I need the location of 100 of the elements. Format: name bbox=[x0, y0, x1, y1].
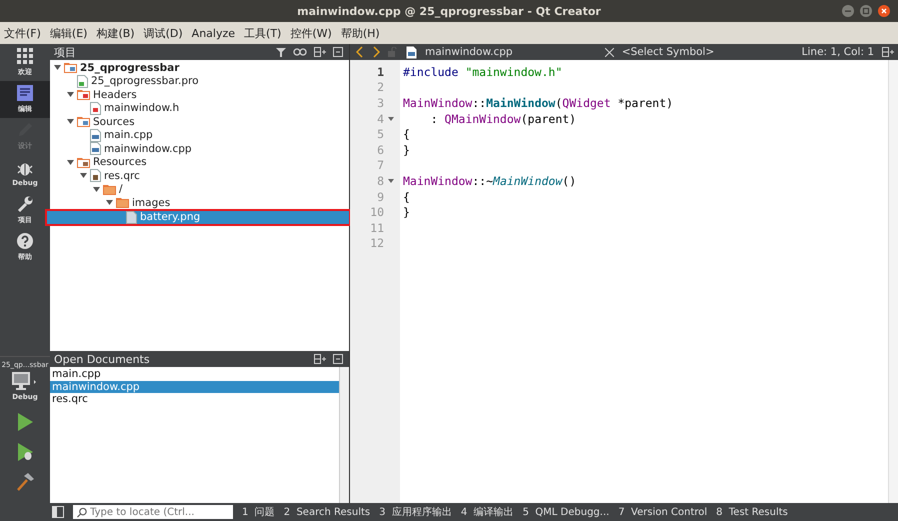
menu-item[interactable]: 编辑(E) bbox=[50, 26, 88, 40]
split-icon[interactable] bbox=[314, 47, 326, 57]
tree-label: Resources bbox=[93, 156, 147, 168]
filter-icon[interactable] bbox=[276, 47, 286, 57]
line-number: 12 bbox=[370, 236, 384, 250]
tree-item[interactable]: / bbox=[50, 182, 349, 196]
tree-item[interactable]: images bbox=[50, 196, 349, 210]
file-icon bbox=[90, 169, 101, 182]
output-pane-button[interactable]: 4 编译输出 bbox=[460, 505, 514, 519]
close-panel-icon[interactable] bbox=[333, 354, 343, 364]
menu-item[interactable]: 控件(W) bbox=[290, 26, 332, 40]
folder-icon bbox=[77, 116, 90, 128]
close-icon[interactable] bbox=[604, 48, 614, 56]
tree-item[interactable]: 25_qprogressbar bbox=[50, 61, 349, 74]
hammer-icon[interactable] bbox=[16, 473, 34, 491]
line-number: 10 bbox=[370, 205, 384, 220]
fold-arrow-icon[interactable] bbox=[388, 178, 394, 183]
output-pane-button[interactable]: 3 应用程序输出 bbox=[379, 505, 452, 519]
menu-item[interactable]: 构建(B) bbox=[96, 26, 135, 40]
tree-item[interactable]: Headers bbox=[50, 88, 349, 102]
expand-arrow-icon[interactable] bbox=[67, 160, 74, 165]
close-icon[interactable] bbox=[878, 5, 890, 17]
output-pane-button[interactable]: 1 问题 bbox=[242, 505, 275, 519]
file-icon bbox=[90, 102, 101, 115]
tree-item[interactable]: 25_qprogressbar.pro bbox=[50, 74, 349, 88]
tree-item[interactable]: battery.png bbox=[47, 210, 349, 224]
expand-arrow-icon[interactable] bbox=[54, 65, 61, 70]
expand-arrow-icon[interactable] bbox=[106, 200, 113, 206]
tree-label: 25_qprogressbar.pro bbox=[91, 75, 199, 88]
grid-icon bbox=[17, 48, 33, 64]
line-number: 8 bbox=[377, 174, 384, 188]
scrollbar[interactable] bbox=[339, 367, 349, 503]
folder-icon bbox=[116, 197, 129, 208]
tree-item[interactable]: main.cpp bbox=[50, 128, 349, 142]
symbol-selector[interactable]: <Select Symbol> bbox=[622, 46, 794, 58]
code-line: #include "mainwindow.h" bbox=[403, 64, 562, 79]
line-number: 7 bbox=[377, 158, 384, 172]
tree-item[interactable]: res.qrc bbox=[50, 169, 349, 182]
cursor-position: Line: 1, Col: 1 bbox=[802, 46, 874, 58]
line-number: 4 bbox=[377, 112, 384, 126]
line-number: 6 bbox=[377, 142, 384, 157]
wrench-icon bbox=[17, 196, 33, 212]
debug-run-icon[interactable] bbox=[17, 443, 33, 461]
output-pane-button[interactable]: 8 Test Results bbox=[716, 506, 788, 518]
folder-icon bbox=[77, 156, 90, 168]
document-icon bbox=[17, 85, 33, 101]
tree-label: res.qrc bbox=[104, 170, 140, 182]
tree-label: Sources bbox=[93, 116, 135, 128]
file-selector[interactable]: mainwindow.cpp bbox=[425, 46, 597, 58]
expand-arrow-icon[interactable] bbox=[67, 92, 74, 98]
document-item[interactable]: mainwindow.cpp bbox=[50, 380, 339, 393]
tree-item[interactable]: mainwindow.h bbox=[50, 102, 349, 115]
panel-title: 项目 bbox=[54, 44, 77, 60]
panel-title: Open Documents bbox=[54, 352, 151, 366]
tree-label: mainwindow.cpp bbox=[104, 142, 192, 155]
tree-label: mainwindow.h bbox=[104, 102, 180, 114]
menu-item[interactable]: Analyze bbox=[192, 26, 236, 40]
code-line: { bbox=[403, 190, 410, 204]
output-pane-button[interactable]: 5 QML Debugg... bbox=[522, 506, 610, 518]
expand-arrow-icon[interactable] bbox=[93, 186, 100, 192]
menu-item[interactable]: 帮助(H) bbox=[340, 26, 380, 40]
back-icon[interactable] bbox=[356, 46, 364, 58]
help-icon bbox=[17, 233, 33, 249]
code-line: { bbox=[403, 127, 410, 142]
forward-icon[interactable] bbox=[372, 46, 380, 58]
split-icon[interactable] bbox=[882, 47, 894, 57]
menu-item[interactable]: 调试(D) bbox=[144, 26, 183, 40]
output-pane-button[interactable]: 7 Version Control bbox=[618, 506, 708, 518]
minimize-icon[interactable] bbox=[842, 5, 854, 17]
fold-arrow-icon[interactable] bbox=[388, 116, 394, 121]
code-line: : QMainWindow(parent) bbox=[430, 112, 576, 126]
menu-item[interactable]: 文件(F) bbox=[4, 26, 41, 40]
output-pane-button[interactable]: 2 Search Results bbox=[284, 506, 370, 518]
document-item[interactable]: main.cpp bbox=[50, 368, 339, 380]
tree-label: 25_qprogressbar bbox=[80, 62, 180, 74]
tree-item[interactable]: Sources bbox=[50, 115, 349, 128]
run-icon[interactable] bbox=[17, 413, 33, 431]
link-icon[interactable] bbox=[293, 47, 307, 57]
line-number: 5 bbox=[377, 127, 384, 142]
locator-field[interactable]: Type to locate (Ctrl... bbox=[73, 505, 233, 519]
maximize-icon[interactable] bbox=[860, 5, 872, 17]
split-icon[interactable] bbox=[314, 354, 326, 364]
folder-icon bbox=[77, 89, 90, 100]
expand-arrow-icon[interactable] bbox=[67, 119, 74, 124]
tree-item[interactable]: mainwindow.cpp bbox=[50, 142, 349, 156]
sidebar-toggle-icon[interactable] bbox=[52, 506, 64, 518]
document-item[interactable]: res.qrc bbox=[50, 393, 339, 406]
scrollbar[interactable] bbox=[888, 60, 898, 503]
window-title: mainwindow.cpp @ 25_qprogressbar - Qt Creator bbox=[297, 4, 601, 18]
line-number: 9 bbox=[377, 190, 384, 204]
file-icon bbox=[126, 210, 137, 224]
menu-item[interactable]: 工具(T) bbox=[244, 26, 282, 40]
monitor-icon[interactable] bbox=[12, 372, 38, 390]
tree-item[interactable]: Resources bbox=[50, 156, 349, 169]
expand-arrow-icon[interactable] bbox=[80, 173, 87, 178]
tree-label: main.cpp bbox=[104, 129, 153, 142]
tree-label: Headers bbox=[93, 88, 137, 101]
file-icon bbox=[77, 74, 88, 88]
file-icon bbox=[90, 142, 101, 156]
close-panel-icon[interactable] bbox=[333, 47, 343, 57]
